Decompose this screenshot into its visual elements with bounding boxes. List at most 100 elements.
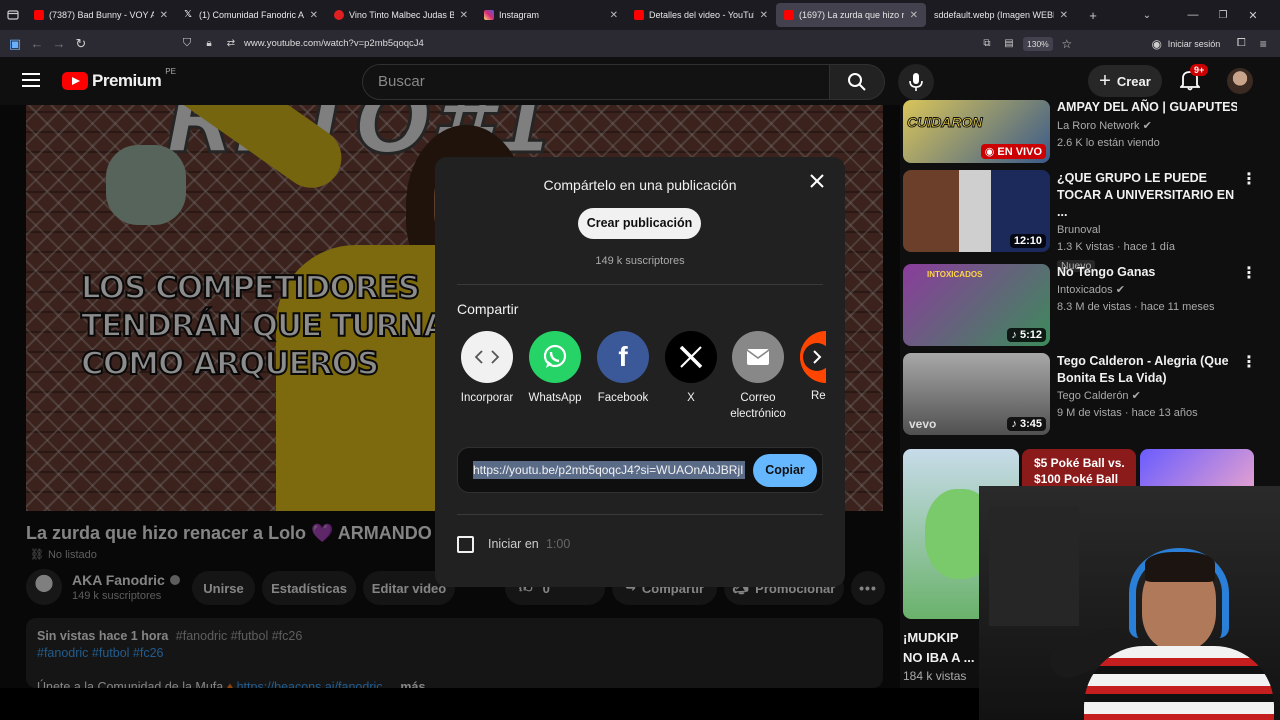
verified-icon: ✔︎	[1115, 284, 1125, 296]
tab-label: sddefault.webp (Imagen WEBP, 640	[934, 10, 1054, 20]
reload-icon[interactable]: ↻	[70, 33, 92, 55]
logo-text: Premium	[92, 71, 162, 90]
avatar[interactable]	[1227, 68, 1253, 94]
share-heading: Compartir	[457, 301, 519, 317]
restore-icon[interactable]: ❐	[1212, 4, 1234, 26]
notifications-button[interactable]: 9+	[1178, 64, 1209, 93]
thumbnail-caption: vevo	[909, 417, 937, 431]
recommended-video[interactable]: 12:10 ¿QUE GRUPO LE PUEDE TOCAR A UNIVER…	[903, 170, 1257, 272]
video-title: No Tengo Ganas	[1057, 265, 1156, 279]
close-tab-icon[interactable]: ✕	[904, 10, 918, 21]
channel-name[interactable]: Intoxicados	[1057, 284, 1113, 296]
notification-badge: 9+	[1190, 64, 1209, 76]
scroll-right-button[interactable]	[803, 343, 831, 371]
voice-search-button[interactable]	[898, 64, 934, 100]
permissions-icon[interactable]: ⇄	[220, 33, 242, 55]
join-button[interactable]: Unirse	[192, 571, 255, 605]
whatsapp-button[interactable]	[529, 331, 581, 383]
close-tab-icon[interactable]: ✕	[154, 10, 168, 21]
more-vertical-icon[interactable]: ⋮	[1241, 355, 1257, 371]
back-icon[interactable]: ←	[26, 33, 48, 55]
email-button[interactable]	[732, 331, 784, 383]
tab-label: (7387) Bad Bunny - VOY A LLeVAR	[49, 10, 154, 20]
start-at-checkbox[interactable]	[457, 536, 474, 553]
shield-icon[interactable]: ⛉	[176, 33, 198, 55]
description-tags: #fanodric #futbol #fc26	[175, 629, 303, 643]
short-thumbnail[interactable]	[1140, 449, 1254, 489]
close-tab-icon[interactable]: ✕	[754, 10, 768, 21]
bookmark-star-icon[interactable]: ☆	[1056, 33, 1078, 55]
share-link-input[interactable]: https://youtu.be/p2mb5qoqcJ4?si=WUAOnAbJ…	[473, 461, 745, 479]
channel-avatar[interactable]	[26, 569, 62, 605]
channel-name[interactable]: La Roro Network	[1057, 120, 1140, 132]
close-tab-icon[interactable]: ✕	[454, 10, 468, 21]
extensions-icon[interactable]: ⧠	[1230, 33, 1252, 55]
chevron-down-icon[interactable]: ⌄	[1136, 4, 1158, 26]
account-icon[interactable]: ◉	[1146, 33, 1168, 55]
video-thumbnail: 12:10	[903, 170, 1050, 252]
close-tab-icon[interactable]: ✕	[304, 10, 318, 21]
url-bar[interactable]: www.youtube.com/watch?v=p2mb5qoqcJ4	[244, 38, 964, 49]
reader-view-icon[interactable]: ▤	[998, 33, 1020, 55]
start-at-time[interactable]: 1:00	[546, 537, 570, 551]
webcam-overlay	[979, 486, 1280, 720]
description-hashtags[interactable]: #fanodric #futbol #fc26	[37, 645, 872, 662]
youtube-header: Premium PE Buscar + Crear 9+	[0, 57, 1280, 105]
recommended-video[interactable]: INTOXICADOS ♪ 5:12 No Tengo Ganas Intoxi…	[903, 264, 1257, 346]
more-vertical-icon[interactable]: ⋮	[1241, 172, 1257, 188]
channel-name[interactable]: AKA Fanodric	[72, 572, 165, 588]
duration-label: 3:45	[1019, 418, 1042, 430]
search-input[interactable]: Buscar	[362, 64, 830, 100]
menu-icon[interactable]: ≡	[1252, 33, 1274, 55]
close-tab-icon[interactable]: ✕	[604, 10, 618, 21]
close-icon[interactable]	[808, 172, 828, 192]
browser-tab[interactable]: Instagram ✕	[476, 0, 626, 30]
search-button[interactable]	[829, 64, 885, 100]
window-close-icon[interactable]: ✕	[1242, 4, 1264, 26]
channel-name[interactable]: Tego Calderón	[1057, 390, 1129, 402]
live-badge: ◉ EN VIVO	[980, 144, 1046, 159]
facebook-icon: f	[618, 341, 628, 372]
lock-icon[interactable]: 🔒︎	[198, 33, 220, 55]
hamburger-menu-icon[interactable]	[22, 73, 40, 87]
youtube-favicon-icon	[784, 10, 794, 20]
channel-name[interactable]: Brunoval	[1057, 222, 1237, 239]
create-post-button[interactable]: Crear publicación	[578, 208, 701, 239]
browser-tab-active[interactable]: (1697) La zurda que hizo renacer✕	[776, 3, 926, 27]
picture-in-picture-icon[interactable]: ⧉	[976, 33, 998, 55]
new-tab-icon[interactable]: +	[1082, 4, 1104, 26]
copy-button[interactable]: Copiar	[753, 454, 817, 487]
minimize-icon[interactable]: —	[1182, 4, 1204, 26]
short-title: ¡MUDKIP NO IBA A ... 184 k vistas	[903, 628, 978, 685]
more-vertical-icon[interactable]: ⋮	[1241, 266, 1257, 282]
signin-link[interactable]: Iniciar sesión	[1168, 39, 1221, 49]
browser-tab[interactable]: sddefault.webp (Imagen WEBP, 640✕	[926, 0, 1076, 30]
zoom-level[interactable]: 130%	[1023, 36, 1053, 51]
description-box[interactable]: Sin vistas hace 1 hora #fanodric #futbol…	[26, 618, 883, 688]
video-title: AMPAY DEL AÑO | GUAPUTES ...	[1057, 100, 1237, 114]
youtube-logo[interactable]: Premium PE	[62, 67, 176, 91]
recommended-video[interactable]: vevo ♪ 3:45 Tego Calderon - Alegria (Que…	[903, 353, 1257, 435]
close-tab-icon[interactable]: ✕	[1054, 10, 1068, 21]
video-overlay-line: LOS COMPETIDORES	[80, 269, 421, 307]
more-actions-button[interactable]: •••	[851, 571, 885, 605]
browser-tab[interactable]: Detalles del video - YouTube Studio✕	[626, 0, 776, 30]
x-button[interactable]	[665, 331, 717, 383]
recommended-video[interactable]: CUIDARON ◉ EN VIVO AMPAY DEL AÑO | GUAPU…	[903, 100, 1253, 163]
create-button[interactable]: + Crear	[1088, 65, 1162, 97]
visibility-label: No listado	[47, 548, 97, 561]
share-target-label: Re	[811, 390, 826, 402]
show-more-link[interactable]: ...más	[390, 680, 425, 688]
browser-tab[interactable]: 𝕏 (1) Comunidad Fanodric Army / X✕	[176, 0, 326, 30]
instagram-favicon-icon	[484, 10, 494, 20]
description-link[interactable]: https://beacons.ai/fanodric	[237, 680, 383, 688]
browser-tab[interactable]: (7387) Bad Bunny - VOY A LLeVAR✕	[26, 0, 176, 30]
statistics-button[interactable]: Estadísticas	[262, 571, 356, 605]
tab-list-icon[interactable]	[0, 4, 26, 26]
embed-button[interactable]	[461, 331, 513, 383]
youtube-play-icon	[62, 72, 88, 90]
browser-tab[interactable]: Vino Tinto Malbec Judas Botella✕	[326, 0, 476, 30]
forward-icon[interactable]: →	[48, 33, 70, 55]
facebook-button[interactable]: f	[597, 331, 649, 383]
sidebar-toggle-icon[interactable]: ▣	[4, 33, 26, 55]
